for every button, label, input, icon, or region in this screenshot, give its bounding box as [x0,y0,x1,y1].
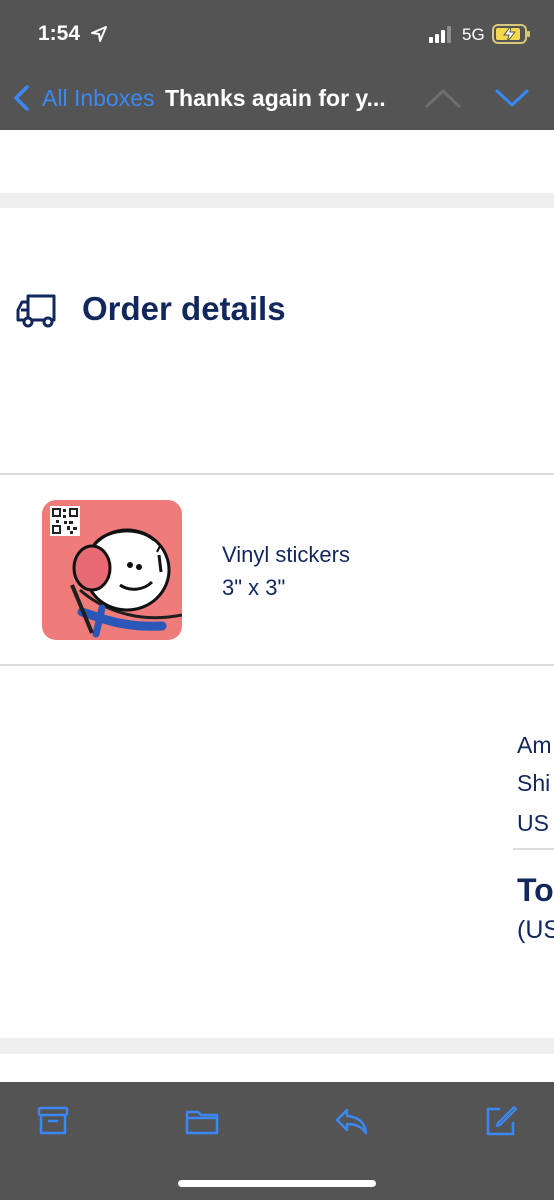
divider [0,664,554,666]
folder-icon[interactable] [185,1104,219,1138]
item-name: Vinyl stickers [222,542,350,567]
summary-line: Am [517,732,552,758]
section-separator-band [0,1038,554,1054]
item-size: 3" x 3" [222,575,286,600]
reply-icon[interactable] [334,1104,368,1138]
back-chevron-icon[interactable] [12,84,32,112]
summary-divider [513,848,554,850]
section-separator-band [0,193,554,208]
archive-icon[interactable] [36,1104,70,1138]
location-arrow-icon [91,26,107,42]
previous-message-icon[interactable] [424,86,462,110]
back-to-inboxes-link[interactable]: All Inboxes [42,85,155,112]
summary-line: US [517,810,549,836]
qr-code-icon [50,506,80,536]
message-subject-title: Thanks again for y... [165,85,386,111]
sticker-artwork [50,506,182,638]
total-label: To [517,872,554,908]
divider [0,473,554,475]
home-indicator[interactable] [178,1180,376,1187]
mail-message-screen: 1:54 5G All Inboxes Thanks again for y..… [0,0,554,1200]
delivery-truck-icon [16,294,56,328]
status-time: 1:54 [38,22,81,45]
item-thumbnail[interactable] [42,500,182,640]
signal-bars-icon [429,26,451,43]
order-details-heading: Order details [82,290,286,327]
total-currency: (US [517,916,554,944]
network-label: 5G [462,25,485,44]
next-message-icon[interactable] [494,86,530,110]
battery-charging-icon [492,24,530,44]
compose-icon[interactable] [484,1104,518,1138]
summary-line: Shi [517,770,551,796]
